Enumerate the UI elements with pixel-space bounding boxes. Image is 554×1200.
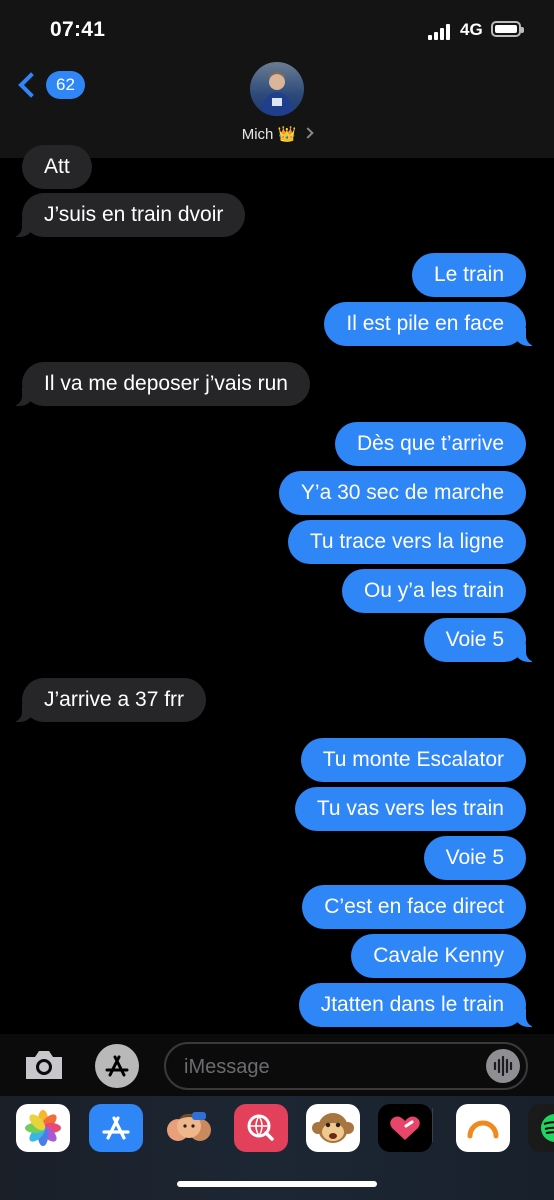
network-type: 4G [460,20,483,39]
animoji-icon[interactable] [306,1104,360,1152]
message-bubble-outgoing[interactable]: C’est en face direct [302,885,526,929]
message-bubble-outgoing[interactable]: Dès que t’arrive [334,422,526,466]
app-store-icon[interactable] [95,1044,139,1088]
message-bubble-incoming[interactable]: J’suis en train dvoir [11,193,246,237]
imessage-field[interactable] [182,1044,466,1090]
message-bubble-outgoing[interactable]: Y’a 30 sec de marche [278,471,526,515]
message-bubble-outgoing[interactable]: Le train [411,253,526,297]
home-indicator[interactable] [177,1181,377,1187]
message-bubble-outgoing[interactable]: Tu vas vers les train [294,787,526,831]
photos-icon[interactable] [16,1104,70,1152]
cellular-signal-icon [428,24,454,40]
back-button[interactable]: 62 [16,68,85,102]
chevron-left-icon [18,72,44,98]
message-bubble-outgoing[interactable]: Il est pile en face [324,302,536,346]
digital-touch-icon[interactable] [378,1104,432,1152]
chevron-right-icon [302,127,314,139]
status-bar: 07:41 4G [0,0,554,60]
drawer-divider [432,1108,433,1142]
arc-app-icon[interactable] [456,1104,510,1152]
camera-icon[interactable] [22,1047,66,1083]
status-time: 07:41 [50,18,106,41]
message-bubble-incoming[interactable]: Att [22,145,92,189]
message-bubble-outgoing[interactable]: Cavale Kenny [351,934,526,978]
unread-count-badge: 62 [46,71,85,99]
contact-name[interactable]: Mich 👑 [0,125,554,143]
avatar[interactable] [250,62,304,116]
memoji-icon[interactable] [162,1104,216,1152]
images-search-icon[interactable] [234,1104,288,1152]
message-bubble-outgoing[interactable]: Ou y’a les train [341,569,526,613]
message-bubble-outgoing[interactable]: Voie 5 [423,618,537,662]
audio-message-icon[interactable] [486,1049,520,1083]
message-bubble-outgoing[interactable]: Tu trace vers la ligne [287,520,526,564]
message-bubble-incoming[interactable]: J’arrive a 37 frr [11,678,207,722]
message-bubble-outgoing[interactable]: Jtatten dans le train [298,983,537,1027]
message-bubble-outgoing[interactable]: Voie 5 [423,836,526,880]
message-bubble-outgoing[interactable]: Tu monte Escalator [300,738,526,782]
message-input[interactable] [164,1042,528,1090]
compose-bar [0,1034,554,1096]
message-bubble-incoming[interactable]: Il va me deposer j’vais run [12,362,310,406]
app-store-icon[interactable] [89,1104,143,1152]
battery-icon [491,21,524,37]
spotify-icon[interactable] [528,1104,554,1152]
